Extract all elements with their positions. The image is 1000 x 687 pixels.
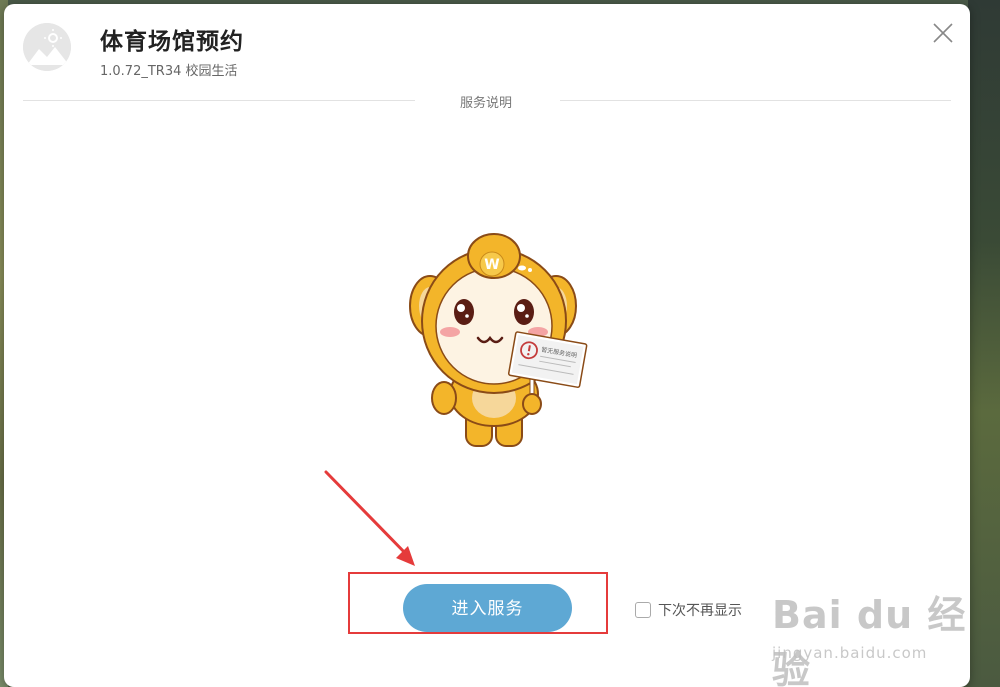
app-title: 体育场馆预约 (100, 29, 244, 55)
enter-service-button[interactable]: 进入服务 (403, 584, 572, 632)
red-arrow-annotation (324, 470, 415, 566)
desktop-background-right (968, 0, 1000, 687)
watermark-brand: Bai du 经验 (772, 593, 967, 687)
divider-right (560, 100, 951, 101)
close-icon (933, 23, 953, 43)
section-title: 服务说明 (459, 96, 512, 111)
dont-show-again-option[interactable]: 下次不再显示 (635, 600, 742, 620)
mascot-illustration: W 暂无服务说明 (409, 233, 588, 447)
app-version-category: 1.0.72_TR34 校园生活 (100, 64, 238, 79)
watermark-url: jingyan.baidu.com (772, 644, 928, 662)
baidu-jingyan-watermark: Bai du 经验 jingyan.baidu.com (764, 584, 970, 687)
divider-left (23, 100, 415, 101)
dont-show-again-label: 下次不再显示 (658, 603, 742, 619)
close-button[interactable] (928, 18, 958, 48)
image-icon (23, 23, 71, 71)
svg-text:W: W (484, 257, 499, 273)
service-dialog: 体育场馆预约 1.0.72_TR34 校园生活 服务说明 W 暂无服务说明 进入… (4, 4, 970, 687)
dont-show-again-checkbox[interactable] (635, 602, 651, 618)
